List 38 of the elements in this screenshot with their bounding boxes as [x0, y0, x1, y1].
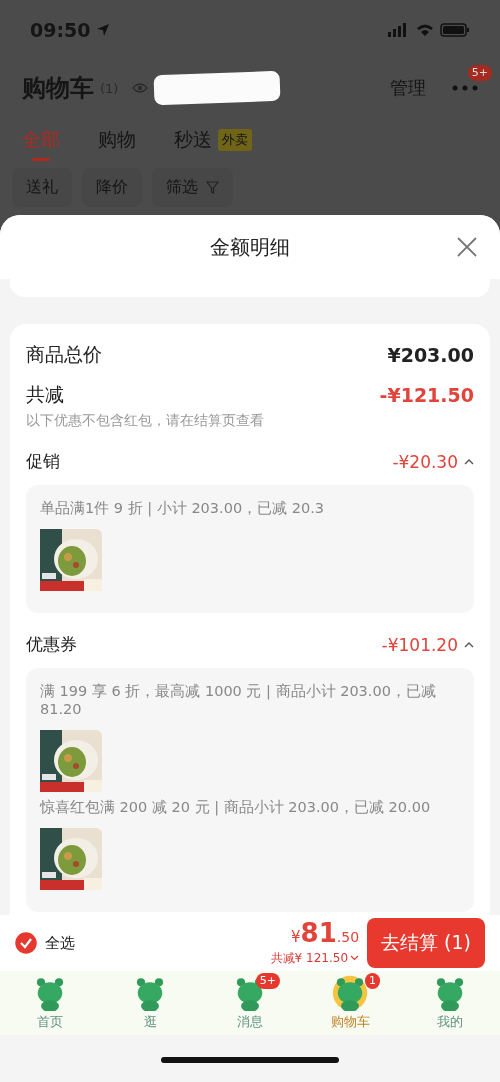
select-all-checkbox[interactable]: 全选: [15, 932, 75, 954]
discount-note: 以下优惠不包含红包，请在结算页查看: [26, 412, 265, 430]
chevron-up-icon: [464, 458, 474, 465]
location-arrow-icon: [96, 23, 111, 37]
tab-bar-item[interactable]: 我的: [400, 971, 500, 1035]
section-toggle[interactable]: -¥20.30: [392, 451, 474, 472]
section-title: 促销: [26, 450, 60, 473]
more-icon[interactable]: [452, 85, 478, 91]
takeaway-tag: 外卖: [218, 129, 252, 151]
battery-icon: [440, 23, 470, 37]
notification-badge: 5+: [467, 65, 492, 81]
total-amount: ¥203.00: [387, 344, 474, 366]
section-title: 优惠券: [26, 633, 77, 656]
final-price: ¥81.50: [291, 919, 360, 950]
tab-bar-item[interactable]: 逛: [100, 971, 200, 1035]
tab-bar-item[interactable]: 1 购物车: [300, 971, 400, 1035]
close-icon[interactable]: [456, 236, 478, 258]
total-label: 商品总价: [26, 342, 102, 367]
discount-rule: 惊喜红包满 200 减 20 元 | 商品小计 203.00，已减 20.00: [40, 798, 432, 816]
wifi-icon: [416, 23, 434, 37]
funnel-icon: [206, 181, 219, 194]
reduction-amount: -¥121.50: [379, 384, 474, 406]
savings-toggle[interactable]: 共减¥ 121.50: [270, 949, 360, 967]
discount-rule: 满 199 享 6 折，最高减 1000 元 | 商品小计 203.00，已减 81.20: [40, 682, 437, 718]
reduction-label: 共减: [26, 382, 64, 407]
tab-bar-item[interactable]: 首页: [0, 971, 100, 1035]
mascot-icon: [332, 975, 368, 1011]
section-toggle[interactable]: -¥101.20: [381, 634, 474, 655]
notification-badge: 1: [365, 973, 380, 989]
sheet-title: 金额明细: [210, 233, 290, 261]
chevron-down-icon: [350, 955, 360, 961]
eye-icon: [132, 82, 149, 94]
checkout-button[interactable]: 去结算 (1): [367, 918, 485, 968]
discount-rule: 单品满1件 9 折 | 小计 203.00，已减 20.3: [40, 499, 325, 517]
checkmark-icon: [15, 932, 37, 954]
notification-badge: 5+: [255, 973, 280, 989]
tab-bar-item[interactable]: 5+ 消息: [200, 971, 300, 1035]
chevron-up-icon: [464, 641, 474, 648]
